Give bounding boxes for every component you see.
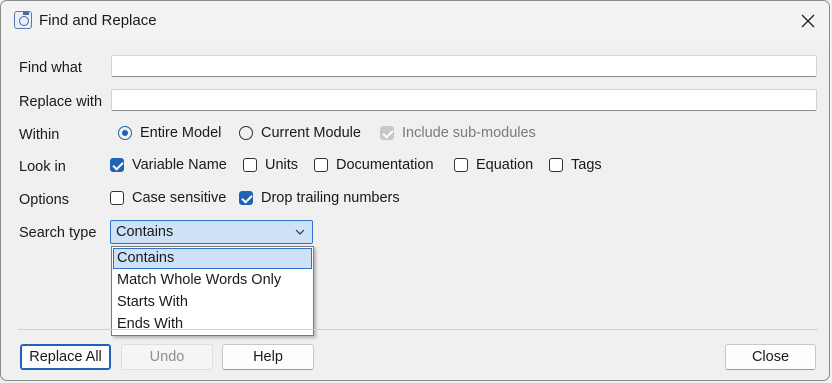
search-type-label: Search type [19, 225, 97, 241]
include-submodules-label: Include sub-modules [402, 125, 536, 141]
close-icon [801, 14, 815, 28]
checkbox-equation-label: Equation [476, 157, 534, 173]
find-replace-dialog: Find and Replace Find what Replace with … [0, 0, 830, 381]
checkbox-indicator [110, 158, 124, 172]
checkbox-tags[interactable]: Tags [549, 157, 602, 173]
close-window-button[interactable] [793, 6, 823, 36]
chevron-down-icon [295, 229, 305, 235]
checkbox-tags-label: Tags [571, 157, 602, 173]
undo-button: Undo [121, 344, 213, 370]
checkbox-case-sensitive-label: Case sensitive [132, 190, 227, 206]
checkbox-units[interactable]: Units [243, 157, 298, 173]
replace-all-button[interactable]: Replace All [20, 344, 111, 370]
checkbox-units-label: Units [265, 157, 299, 173]
checkbox-variable-name[interactable]: Variable Name [110, 157, 227, 173]
checkbox-drop-trailing-numbers[interactable]: Drop trailing numbers [239, 190, 400, 206]
options-label: Options [19, 192, 69, 208]
radio-current-module-label: Current Module [261, 125, 361, 141]
checkbox-indicator [110, 191, 124, 205]
within-label: Within [19, 127, 60, 143]
search-type-select[interactable]: Contains [110, 220, 313, 244]
replace-with-label: Replace with [19, 94, 103, 110]
dropdown-option-match-whole-words[interactable]: Match Whole Words Only [113, 270, 312, 291]
radio-entire-model[interactable]: Entire Model [118, 125, 221, 141]
checkbox-case-sensitive[interactable]: Case sensitive [110, 190, 226, 206]
app-icon [14, 11, 32, 29]
dropdown-option-ends-with[interactable]: Ends With [113, 314, 312, 335]
checkbox-indicator [243, 158, 257, 172]
radio-current-module[interactable]: Current Module [239, 125, 361, 141]
checkbox-indicator [239, 191, 253, 205]
radio-indicator [118, 126, 132, 140]
replace-with-input[interactable] [111, 89, 817, 111]
search-type-selected-value: Contains [116, 224, 174, 240]
checkbox-documentation-label: Documentation [336, 157, 434, 173]
button-separator [18, 329, 818, 330]
checkbox-drop-trailing-numbers-label: Drop trailing numbers [261, 190, 400, 206]
radio-indicator [239, 126, 253, 140]
help-button[interactable]: Help [222, 344, 314, 370]
close-button[interactable]: Close [725, 344, 816, 370]
checkbox-indicator [314, 158, 328, 172]
find-what-label: Find what [19, 60, 82, 76]
dropdown-option-starts-with[interactable]: Starts With [113, 292, 312, 313]
checkbox-variable-name-label: Variable Name [132, 157, 227, 173]
window-title: Find and Replace [39, 12, 157, 29]
checkbox-equation[interactable]: Equation [454, 157, 533, 173]
checkbox-indicator [380, 126, 394, 140]
checkbox-indicator [549, 158, 563, 172]
checkbox-documentation[interactable]: Documentation [314, 157, 434, 173]
find-what-input[interactable] [111, 55, 817, 77]
include-submodules-checkbox: Include sub-modules [380, 125, 536, 141]
dropdown-option-contains[interactable]: Contains [113, 248, 312, 269]
look-in-label: Look in [19, 159, 66, 175]
title-bar: Find and Replace [1, 1, 829, 41]
radio-entire-model-label: Entire Model [140, 125, 222, 141]
search-type-dropdown-list: Contains Match Whole Words Only Starts W… [111, 246, 314, 336]
checkbox-indicator [454, 158, 468, 172]
